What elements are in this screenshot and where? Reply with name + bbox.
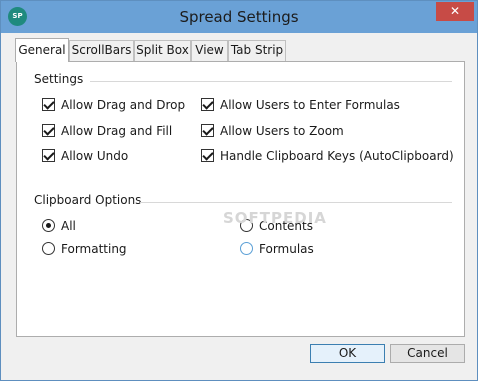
clipboard-group-label: Clipboard Options <box>34 193 142 207</box>
general-panel: Settings Allow Drag and Drop Allow Drag … <box>16 61 465 337</box>
checkbox-box[interactable] <box>42 98 55 111</box>
checkbox-box[interactable] <box>42 124 55 137</box>
close-button[interactable]: ✕ <box>436 2 474 21</box>
radio-button[interactable] <box>42 242 55 255</box>
title-bar[interactable]: SP Spread Settings ✕ <box>1 1 477 33</box>
checkbox-label: Allow Users to Zoom <box>220 124 344 138</box>
radio-label: Formatting <box>61 242 127 256</box>
tab-scrollbars[interactable]: ScrollBars <box>69 40 134 62</box>
tab-split-box[interactable]: Split Box <box>134 40 191 62</box>
checkbox-label: Allow Undo <box>61 149 129 163</box>
radio-label: Formulas <box>259 242 314 256</box>
settings-group-label: Settings <box>34 72 84 86</box>
close-icon: ✕ <box>449 4 461 18</box>
radio-label: All <box>61 219 76 233</box>
tab-general[interactable]: General <box>15 38 69 62</box>
checkbox-box[interactable] <box>42 149 55 162</box>
checkbox-box[interactable] <box>201 124 214 137</box>
softpedia-watermark: SOFTPEDIA <box>223 209 327 227</box>
checkbox-box[interactable] <box>201 98 214 111</box>
cancel-button[interactable]: Cancel <box>390 344 465 363</box>
checkbox-label: Allow Drag and Drop <box>61 98 186 112</box>
settings-group-divider <box>90 81 452 82</box>
settings-dialog: SP Spread Settings ✕ General ScrollBars … <box>0 0 478 381</box>
checkbox-label: Handle Clipboard Keys (AutoClipboard) <box>220 149 454 163</box>
radio-button[interactable] <box>42 219 55 232</box>
radio-button[interactable] <box>240 242 253 255</box>
window-title: Spread Settings <box>179 8 299 26</box>
tab-view[interactable]: View <box>191 40 228 62</box>
checkbox-label: Allow Drag and Fill <box>61 124 173 138</box>
checkbox-label: Allow Users to Enter Formulas <box>220 98 400 112</box>
checkbox-box[interactable] <box>201 149 214 162</box>
tab-tab-strip[interactable]: Tab Strip <box>228 40 286 62</box>
clipboard-group-divider <box>140 202 452 203</box>
ok-button[interactable]: OK <box>310 344 385 363</box>
